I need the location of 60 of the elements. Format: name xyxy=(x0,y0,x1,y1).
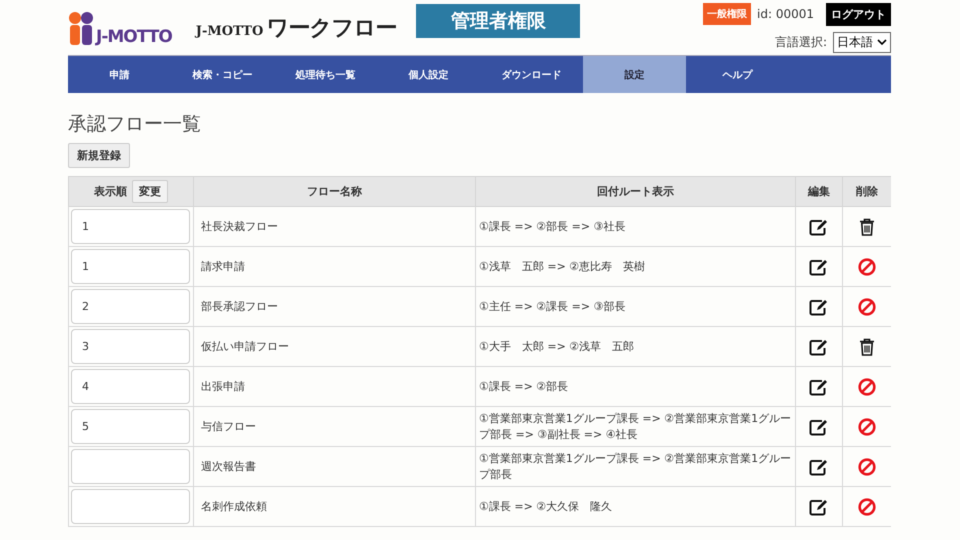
edit-icon[interactable] xyxy=(809,218,829,236)
flow-name-cell: 仮払い申請フロー xyxy=(194,326,476,366)
route-cell: ①課長 => ②部長 => ③社長 xyxy=(476,206,796,246)
order-field[interactable] xyxy=(71,489,190,524)
language-select[interactable]: 日本語 xyxy=(833,32,891,52)
new-button[interactable]: 新規登録 xyxy=(68,143,130,168)
route-cell: ①課長 => ②部長 xyxy=(476,366,796,406)
column-header: 編集 xyxy=(796,176,842,206)
order-field[interactable]: 5 xyxy=(71,409,190,444)
edit-icon[interactable] xyxy=(809,418,829,436)
logo-figures-icon xyxy=(68,10,94,46)
route-cell: ①営業部東京営業1グループ課長 => ②営業部東京営業1グループ部長 xyxy=(476,446,796,486)
logo-text: J-MOTTO xyxy=(96,26,172,46)
nav-tab[interactable]: 個人設定 xyxy=(377,56,480,93)
column-header: 表示順 xyxy=(94,185,127,198)
order-field[interactable]: 2 xyxy=(71,289,190,324)
edit-icon[interactable] xyxy=(809,338,829,356)
page-title: 承認フロー一覧 xyxy=(68,112,202,136)
language-label: 言語選択: xyxy=(774,34,827,50)
column-header: 削除 xyxy=(842,176,891,206)
flow-name-cell: 部長承認フロー xyxy=(194,286,476,326)
flow-name-cell: 出張申請 xyxy=(194,366,476,406)
order-field[interactable]: 1 xyxy=(71,249,190,284)
route-cell: ①課長 => ②大久保 隆久 xyxy=(476,486,796,526)
edit-icon[interactable] xyxy=(809,258,829,276)
edit-icon[interactable] xyxy=(809,378,829,396)
route-cell: ①大手 太郎 => ②浅草 五郎 xyxy=(476,326,796,366)
nav-tab[interactable]: 検索・コピー xyxy=(171,56,274,93)
nav-tab[interactable]: ヘルプ xyxy=(686,56,789,93)
trash-icon[interactable] xyxy=(859,338,875,356)
user-id: id: 00001 xyxy=(757,7,814,21)
edit-icon[interactable] xyxy=(809,458,829,476)
route-cell: ①主任 => ②課長 => ③部長 xyxy=(476,286,796,326)
flow-name-cell: 社長決裁フロー xyxy=(194,206,476,246)
change-order-button[interactable]: 変更 xyxy=(132,180,168,203)
flow-name-cell: 請求申請 xyxy=(194,246,476,286)
order-field[interactable]: 4 xyxy=(71,369,190,404)
order-field[interactable] xyxy=(71,449,190,484)
flow-name-cell: 週次報告書 xyxy=(194,446,476,486)
nav-tab[interactable]: 設定 xyxy=(583,56,686,93)
route-cell: ①営業部東京営業1グループ課長 => ②営業部東京営業1グループ部長 => ③副社長 => ④社長 xyxy=(476,406,796,446)
column-header: フロー名称 xyxy=(194,176,476,206)
nav-tab[interactable]: 申請 xyxy=(68,56,171,93)
order-field[interactable]: 1 xyxy=(71,209,190,244)
route-cell: ①浅草 五郎 => ②恵比寿 英樹 xyxy=(476,246,796,286)
nav-tab[interactable]: 処理待ち一覧 xyxy=(274,56,377,93)
nav-tab[interactable]: ダウンロード xyxy=(480,56,583,93)
edit-icon[interactable] xyxy=(809,498,829,516)
column-header: 回付ルート表示 xyxy=(476,176,796,206)
edit-icon[interactable] xyxy=(809,298,829,316)
role-badge: 一般権限 xyxy=(703,3,752,25)
trash-icon[interactable] xyxy=(859,218,875,236)
app-brand: J-MOTTO xyxy=(196,24,264,39)
admin-badge: 管理者権限 xyxy=(416,4,580,38)
chevron-icon xyxy=(877,38,887,46)
flow-name-cell: 与信フロー xyxy=(194,406,476,446)
logout-button[interactable]: ログアウト xyxy=(826,2,891,26)
app-title: ワークフロー xyxy=(266,14,396,42)
flow-name-cell: 名刺作成依頼 xyxy=(194,486,476,526)
order-field[interactable]: 3 xyxy=(71,329,190,364)
